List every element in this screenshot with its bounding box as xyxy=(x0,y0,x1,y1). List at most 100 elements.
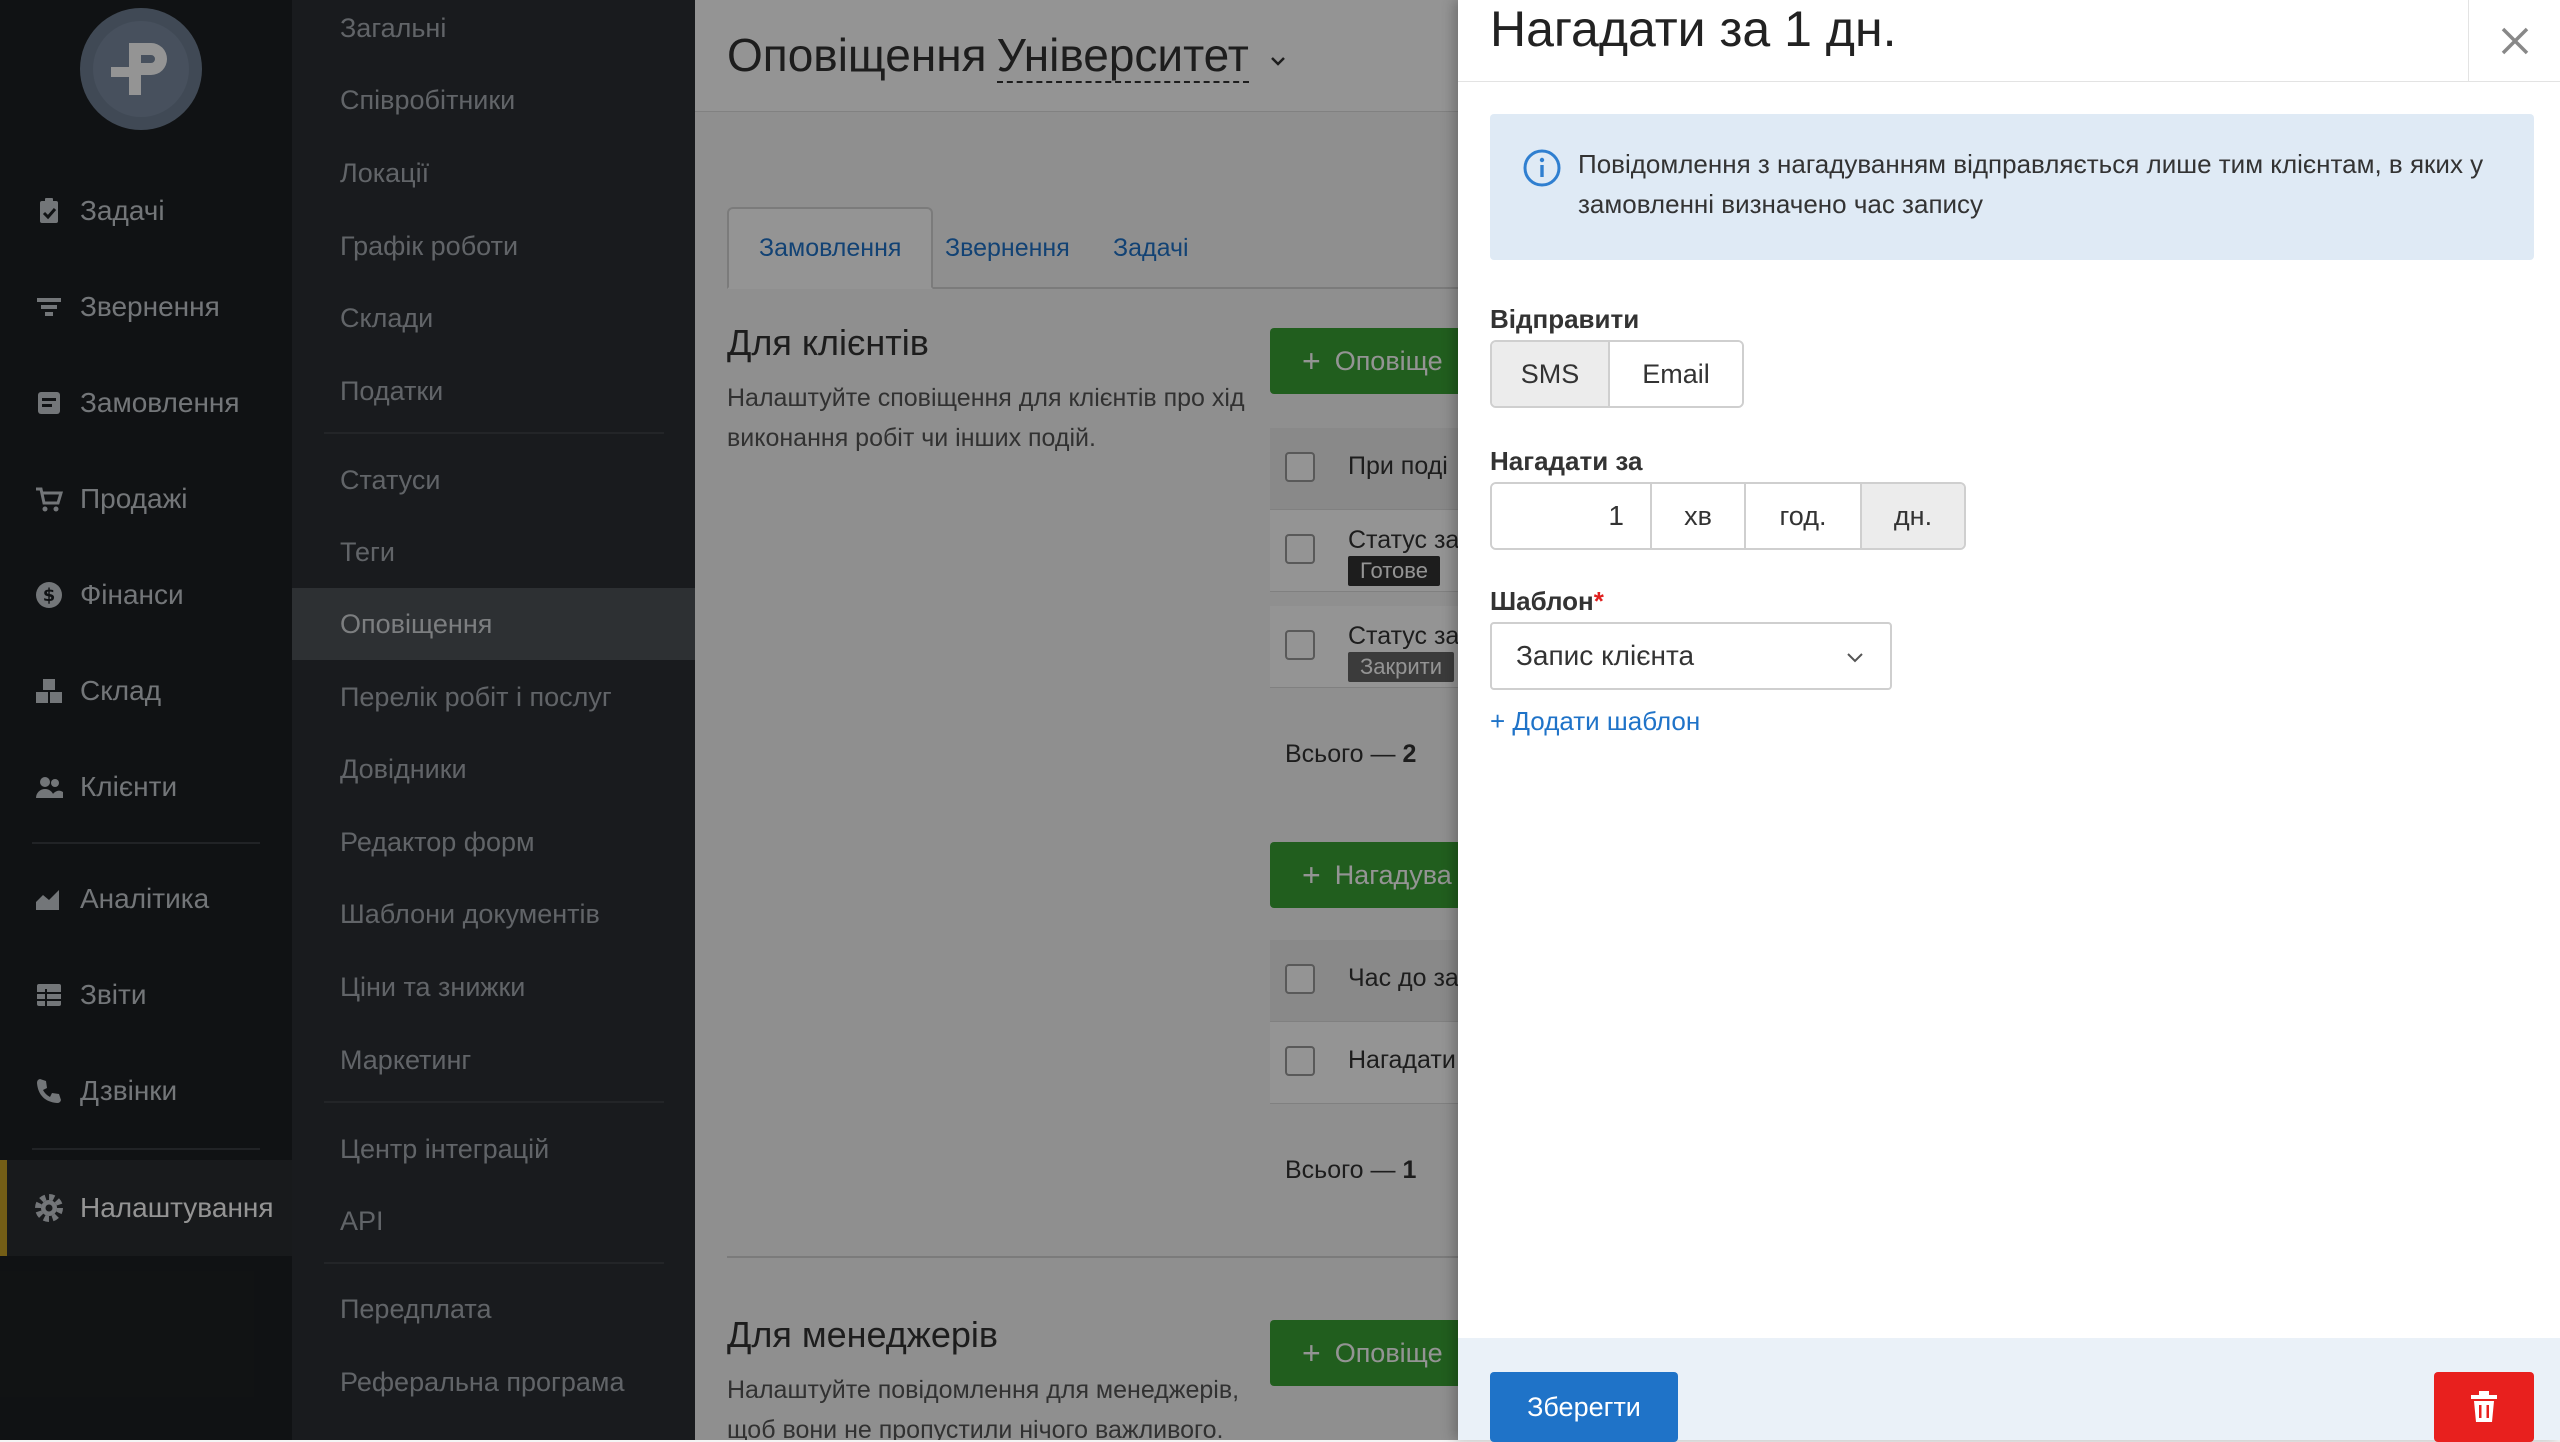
submenu-item-integrations[interactable]: Центр інтеграцій xyxy=(292,1113,695,1185)
tab-tasks[interactable]: Задачі xyxy=(1083,207,1219,289)
info-text: Повідомлення з нагадуванням відправляєть… xyxy=(1578,149,2484,219)
tab-requests[interactable]: Звернення xyxy=(915,207,1100,289)
submenu-item-marketing[interactable]: Маркетинг xyxy=(292,1024,695,1096)
unit-hours-option[interactable]: год. xyxy=(1746,484,1862,548)
row-checkbox[interactable] xyxy=(1285,630,1315,660)
submenu-item-label: Локації xyxy=(340,157,430,188)
submenu-item-warehouses[interactable]: Склади xyxy=(292,282,695,354)
submenu-item-label: Передплата xyxy=(340,1293,492,1324)
add-manager-notification-button[interactable]: + Оповіще xyxy=(1270,1320,1460,1386)
row-text: Статус за xyxy=(1348,526,1460,554)
notifications-page: Оповіщення Університет Замовлення Звернен… xyxy=(695,0,1460,1440)
nav-item-reports[interactable]: Звіти xyxy=(0,960,292,1030)
nav-item-label: Замовлення xyxy=(80,387,240,418)
row-checkbox[interactable] xyxy=(1285,1046,1315,1076)
submenu-item-services[interactable]: Перелік робіт і послуг xyxy=(292,661,695,733)
add-client-notification-button[interactable]: + Оповіще xyxy=(1270,328,1460,394)
submenu-item-label: Реферальна програма xyxy=(340,1366,625,1397)
template-select-value: Запис клієнта xyxy=(1516,640,1695,671)
app-logo[interactable] xyxy=(80,8,202,130)
nav-item-label: Налаштування xyxy=(80,1192,274,1223)
submenu-item-referral[interactable]: Реферальна програма xyxy=(292,1346,695,1418)
template-label: Шаблон* xyxy=(1490,586,1604,617)
close-button[interactable] xyxy=(2468,0,2560,82)
total-label: Всього — xyxy=(1285,1156,1403,1184)
tab-label: Замовлення xyxy=(759,233,902,262)
managers-section-description: Налаштуйте повідомлення для менеджерів, … xyxy=(727,1376,1240,1440)
row-checkbox[interactable] xyxy=(1285,534,1315,564)
submenu-item-label: Ціни та знижки xyxy=(340,971,526,1002)
nav-item-tasks[interactable]: Задачі xyxy=(0,176,292,246)
nav-item-clients[interactable]: Клієнти xyxy=(0,752,292,822)
chevron-down-icon xyxy=(1270,57,1285,66)
submenu-item-locations[interactable]: Локації xyxy=(292,137,695,209)
select-all-checkbox[interactable] xyxy=(1285,964,1315,994)
column-header: Час до за xyxy=(1348,964,1459,992)
nav-item-sales[interactable]: Продажі xyxy=(0,464,292,534)
add-template-link[interactable]: + Додати шаблон xyxy=(1490,706,1700,737)
order-icon xyxy=(32,386,66,420)
submenu-item-general[interactable]: Загальні xyxy=(292,0,695,64)
remind-interval-group: 1 хв год. дн. xyxy=(1490,482,1966,550)
submenu-item-form-editor[interactable]: Редактор форм xyxy=(292,806,695,878)
submenu-item-schedule[interactable]: Графік роботи xyxy=(292,210,695,282)
unit-days-option[interactable]: дн. xyxy=(1862,484,1964,548)
nav-item-settings[interactable]: Налаштування xyxy=(0,1160,292,1256)
unit-minutes-option[interactable]: хв xyxy=(1652,484,1746,548)
trash-icon xyxy=(2471,1391,2497,1422)
submenu-item-label: Довідники xyxy=(340,753,467,784)
button-label: Оповіще xyxy=(1334,345,1443,376)
nav-item-label: Звіти xyxy=(80,979,147,1010)
submenu-item-taxes[interactable]: Податки xyxy=(292,355,695,427)
submenu-separator xyxy=(324,1101,664,1103)
submenu-item-directories[interactable]: Довідники xyxy=(292,733,695,805)
cart-icon xyxy=(32,482,66,516)
reminder-drawer: Нагадати за 1 дн. Повідомлення з нагадув… xyxy=(1458,0,2560,1442)
save-button[interactable]: Зберегти xyxy=(1490,1372,1678,1442)
nav-item-orders[interactable]: Замовлення xyxy=(0,368,292,438)
chart-icon xyxy=(32,882,66,916)
submenu-item-subscription[interactable]: Передплата xyxy=(292,1273,695,1345)
nav-item-requests[interactable]: Звернення xyxy=(0,272,292,342)
phone-icon xyxy=(32,1074,66,1108)
nav-separator xyxy=(32,1148,260,1150)
reminders-total: Всього — 1 xyxy=(1285,1156,1416,1185)
sms-option[interactable]: SMS xyxy=(1492,342,1610,406)
plus-icon: + xyxy=(1302,1334,1321,1371)
add-reminder-button[interactable]: + Нагадува xyxy=(1270,842,1460,908)
submenu-item-label: Теги xyxy=(340,536,395,567)
nav-item-warehouse[interactable]: Склад xyxy=(0,656,292,726)
funnel-icon xyxy=(32,290,66,324)
template-select[interactable]: Запис клієнта xyxy=(1490,622,1892,690)
table-row[interactable]: Статус за Закрити xyxy=(1270,606,1460,688)
status-badge: Закрити xyxy=(1348,652,1455,682)
nav-item-label: Фінанси xyxy=(80,579,184,610)
submenu-item-prices[interactable]: Ціни та знижки xyxy=(292,951,695,1023)
nav-item-analytics[interactable]: Аналітика xyxy=(0,864,292,934)
submenu-item-label: Оповіщення xyxy=(340,608,493,639)
template-label-text: Шаблон xyxy=(1490,586,1594,616)
send-channel-toggle: SMS Email xyxy=(1490,340,1744,408)
total-label: Всього — xyxy=(1285,740,1403,768)
remind-value-input[interactable]: 1 xyxy=(1492,484,1652,548)
select-all-checkbox[interactable] xyxy=(1285,452,1315,482)
email-option[interactable]: Email xyxy=(1610,342,1742,406)
nav-item-finance[interactable]: $ Фінанси xyxy=(0,560,292,630)
nav-item-label: Звернення xyxy=(80,291,220,322)
submenu-item-employees[interactable]: Співробітники xyxy=(292,64,695,136)
total-count: 2 xyxy=(1402,740,1417,768)
location-selector[interactable]: Університет xyxy=(996,29,1249,83)
submenu-item-label: Редактор форм xyxy=(340,826,535,857)
clients-section-description: Налаштуйте сповіщення для клієнтів про х… xyxy=(727,384,1245,452)
delete-button[interactable] xyxy=(2434,1372,2534,1442)
table-row[interactable]: Нагадати xyxy=(1270,1022,1460,1104)
submenu-item-api[interactable]: API xyxy=(292,1185,695,1257)
submenu-item-statuses[interactable]: Статуси xyxy=(292,444,695,516)
table-row[interactable]: Статус за Готове xyxy=(1270,510,1460,592)
nav-item-calls[interactable]: Дзвінки xyxy=(0,1056,292,1126)
submenu-item-tags[interactable]: Теги xyxy=(292,516,695,588)
submenu-item-doc-templates[interactable]: Шаблони документів xyxy=(292,878,695,950)
tab-orders[interactable]: Замовлення xyxy=(727,207,934,289)
submenu-item-notifications[interactable]: Оповіщення xyxy=(292,588,695,660)
users-icon xyxy=(32,770,66,804)
